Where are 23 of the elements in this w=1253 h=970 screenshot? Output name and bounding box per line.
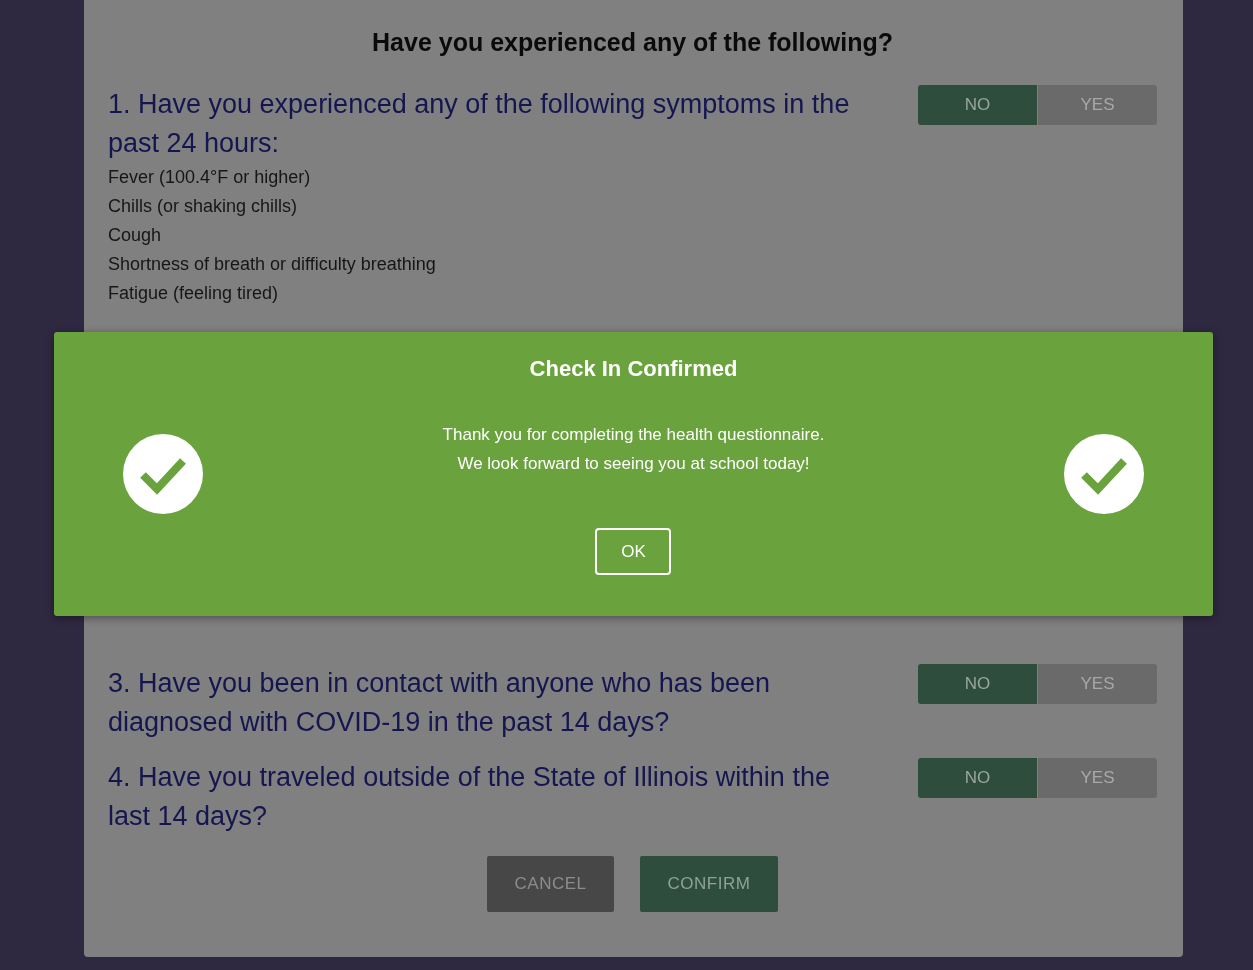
answer-option[interactable]: NO xyxy=(918,85,1037,125)
dialog-message: We look forward to seeing you at school today! xyxy=(456,453,811,475)
symptom-item: Fever (100.4°F or higher) xyxy=(108,166,312,189)
checkmark-icon xyxy=(1064,434,1144,514)
dialog-title: Check In Confirmed xyxy=(529,356,738,382)
symptom-item: Cough xyxy=(108,224,163,247)
dialog-message: Thank you for completing the health questionnaire. xyxy=(442,424,825,446)
answer-option[interactable]: YES xyxy=(1038,664,1157,704)
symptom-item: Fatigue (feeling tired) xyxy=(108,282,280,305)
answer-option[interactable]: NO xyxy=(918,758,1037,798)
answer-option[interactable]: YES xyxy=(1038,758,1157,798)
question-text: 4. Have you traveled outside of the State of Illinois within the last 14 days? xyxy=(108,761,831,833)
cancel-button[interactable]: CANCEL xyxy=(487,856,614,912)
confirm-button[interactable]: CONFIRM xyxy=(640,856,778,912)
symptom-item: Shortness of breath or difficulty breathing xyxy=(108,253,437,276)
symptom-item: Chills (or shaking chills) xyxy=(108,195,299,218)
ok-button[interactable]: OK xyxy=(595,528,672,575)
form-heading: Have you experienced any of the following? xyxy=(371,28,894,57)
answer-option[interactable]: NO xyxy=(918,664,1037,704)
question-text: 3. Have you been in contact with anyone who has been diagnosed with COVID-19 in the past 14 days? xyxy=(108,667,771,739)
question-text: 1. Have you experienced any of the following symptoms in the past 24 hours: xyxy=(108,88,851,160)
checkmark-icon xyxy=(123,434,203,514)
answer-option[interactable]: YES xyxy=(1038,85,1157,125)
